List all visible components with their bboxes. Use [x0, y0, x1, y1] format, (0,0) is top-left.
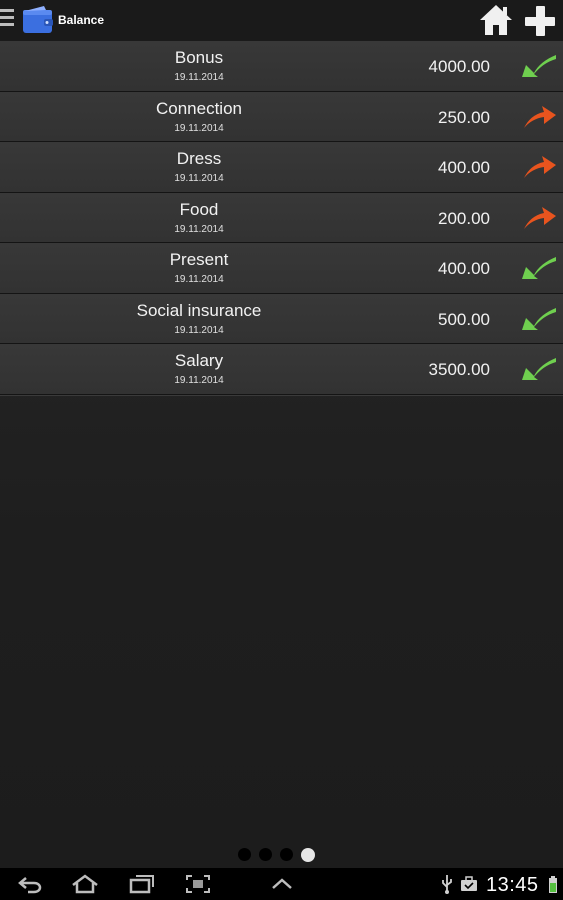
transaction-date: 19.11.2014	[174, 173, 224, 184]
transaction-name: Bonus	[174, 48, 224, 67]
wallet-icon[interactable]	[22, 5, 54, 35]
transaction-amount: 4000.00	[428, 57, 490, 76]
battery-icon	[549, 876, 557, 893]
screenshot-icon[interactable]	[184, 873, 212, 895]
app-title: Balance	[58, 13, 105, 27]
transaction-amount: 500.00	[438, 309, 490, 329]
home-nav-icon[interactable]	[70, 873, 100, 895]
income-arrow-icon	[522, 55, 556, 77]
transaction-amount: 400.00	[438, 158, 490, 177]
transaction-date: 19.11.2014	[174, 223, 224, 235]
page-indicator	[238, 846, 323, 862]
back-icon[interactable]	[16, 873, 44, 895]
expense-arrow-icon	[524, 206, 556, 229]
transaction-amount: 3500.00	[428, 360, 490, 379]
transaction-name: Dress	[176, 149, 222, 168]
home-icon[interactable]	[478, 3, 514, 37]
expense-arrow-icon	[524, 156, 556, 178]
transaction-list: Bonus 19.11.2014 4000.00 Connection 19.1…	[0, 41, 563, 395]
page-dot[interactable]	[238, 848, 251, 862]
briefcase-icon	[461, 876, 477, 891]
income-arrow-icon	[522, 257, 556, 279]
transaction-row[interactable]: Food 19.11.2014 200.00	[0, 192, 563, 243]
transaction-date: 19.11.2014	[174, 274, 224, 285]
transaction-date: 19.11.2014	[174, 122, 224, 134]
recent-apps-icon[interactable]	[128, 873, 156, 895]
add-icon[interactable]	[522, 3, 558, 39]
transaction-name: Salary	[174, 351, 224, 370]
transaction-amount: 200.00	[438, 208, 490, 228]
transaction-row[interactable]: Bonus 19.11.2014 4000.00	[0, 41, 563, 92]
up-chevron-icon[interactable]	[270, 873, 294, 895]
transaction-date: 19.11.2014	[174, 72, 224, 83]
transaction-amount: 400.00	[438, 259, 490, 278]
transaction-row[interactable]: Dress 19.11.2014 400.00	[0, 142, 563, 193]
transaction-name: Connection	[155, 98, 242, 118]
transaction-name: Present	[169, 250, 229, 269]
status-clock: 13:45	[486, 874, 539, 896]
page-dot[interactable]	[259, 848, 272, 862]
transaction-name: Social insurance	[136, 300, 262, 320]
transaction-row[interactable]: Salary 19.11.2014 3500.00	[0, 344, 563, 395]
menu-icon[interactable]	[0, 9, 16, 31]
income-arrow-icon	[522, 358, 556, 380]
system-navigation-bar: 13:45	[0, 868, 563, 900]
transaction-date: 19.11.2014	[174, 375, 224, 386]
transaction-date: 19.11.2014	[174, 324, 224, 336]
usb-icon	[442, 875, 452, 894]
transaction-row[interactable]: Social insurance 19.11.2014 500.00	[0, 293, 563, 344]
transaction-row[interactable]: Connection 19.11.2014 250.00	[0, 91, 563, 142]
transaction-name: Food	[179, 199, 219, 219]
page-dot-active[interactable]	[301, 847, 315, 862]
action-bar: Balance	[0, 0, 563, 42]
page-dot[interactable]	[280, 848, 293, 862]
expense-arrow-icon	[524, 105, 556, 128]
income-arrow-icon	[522, 307, 556, 330]
transaction-row[interactable]: Present 19.11.2014 400.00	[0, 243, 563, 294]
transaction-amount: 250.00	[438, 107, 490, 127]
